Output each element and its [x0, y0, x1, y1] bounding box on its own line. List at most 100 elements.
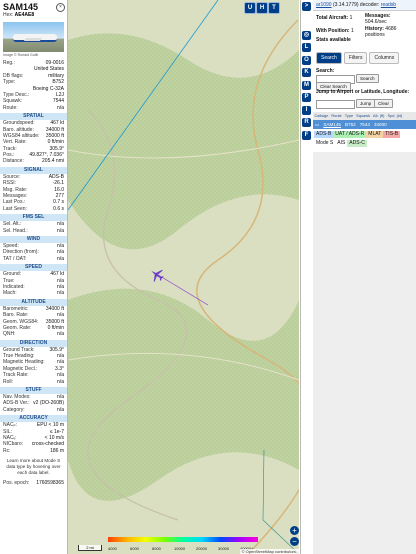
toolbar-button-2[interactable]: L	[302, 43, 311, 52]
clear-button[interactable]: Clear	[374, 99, 393, 108]
hex-line: Hex: AE4AE8	[3, 12, 35, 18]
column-header[interactable]: Type	[343, 112, 354, 120]
toolbar-button-1[interactable]: ◎	[302, 30, 311, 40]
altitude-label: 10000	[174, 546, 186, 551]
legend-item[interactable]: ADS-B	[314, 131, 334, 138]
info-row: TAT / OAT: n/a	[0, 256, 67, 262]
table-row[interactable]: ▭ SAM145 B752 7544 34000	[313, 120, 416, 129]
plane-icon[interactable]	[150, 268, 164, 282]
info-row: Route: n/a	[0, 105, 67, 111]
column-header[interactable]: Alt. (ft)	[372, 112, 386, 120]
section-fms-sel: FMS SEL	[0, 214, 67, 222]
toolbar-button-7[interactable]: I	[302, 105, 311, 115]
row-value: 0.6 s	[53, 205, 64, 212]
info-row: QNH: n/a	[0, 331, 67, 337]
row-value: 205.4 nmi	[42, 158, 64, 165]
accuracy-rows: NACₚ: EPU < 10 m SIL: ≤ 1e-7 NACᵥ: < 10 m/s NI…	[0, 422, 67, 454]
altitude-label: 6000	[130, 546, 139, 551]
jump-button[interactable]: Jump	[356, 99, 376, 108]
signal-rows: Source: ADS-B RSSI: -26.1 Msg. Rate: 16.0 Mess…	[0, 174, 67, 212]
column-header[interactable]: Squawk	[355, 112, 372, 120]
spatial-rows: Groundspeed: 467 kt Baro. altitude: 34000 f…	[0, 120, 67, 165]
photo-credit: Image © Ronald Gullit	[3, 53, 39, 57]
stuff-rows: Nav. Modes: n/a ADS-B Ver.: v2 (DO-260B) Cat…	[0, 394, 67, 413]
info-row: Category: n/a	[0, 407, 67, 413]
toolbar-button-3[interactable]: O	[302, 55, 311, 65]
map-button-h[interactable]: H	[256, 2, 268, 14]
toolbar-button-6[interactable]: P	[302, 93, 311, 102]
info-row: Last Seen: 0.6 s	[0, 206, 67, 212]
zoom-in-button[interactable]: +	[290, 526, 299, 535]
toolbar-button-5[interactable]: M	[302, 80, 311, 90]
direction-rows: Ground Track: 305.9° True Heading: n/a Magne…	[0, 347, 67, 385]
version-link[interactable]: ar1090	[316, 2, 332, 8]
row-label: Sel. Head.:	[3, 227, 28, 234]
legend-item[interactable]: ADS-C	[347, 140, 367, 147]
search-label: Search:	[316, 68, 335, 74]
table-header: Callsign Route Type Squawk Alt. (ft) Spd. (kt…	[313, 112, 416, 120]
legend-item[interactable]: TIS-B	[383, 131, 401, 138]
row-value: n/a	[57, 255, 64, 262]
toolbar-button-9[interactable]: F	[302, 130, 311, 140]
legend-item[interactable]: Mode S	[314, 140, 336, 147]
map-attribution[interactable]: © OpenStreetMap contributors.	[239, 549, 299, 554]
column-header[interactable]: Route	[330, 112, 343, 120]
toolbar-button-8[interactable]: R	[302, 118, 311, 127]
cell-alt: 34000	[373, 122, 387, 127]
info-row: Sel. Head.: n/a	[0, 228, 67, 234]
altitude-label: 4000	[108, 546, 117, 551]
row-value: n/a	[57, 104, 64, 111]
info-row: Distance: 205.4 nmi	[0, 158, 67, 164]
tab-columns[interactable]: Columns	[369, 52, 400, 64]
row-label: Reg.:	[3, 60, 15, 66]
zoom-out-button[interactable]: −	[290, 537, 299, 546]
row-value: n/a	[57, 290, 64, 297]
version-line: ar1090 (3.14.1779) decoder: readsb	[313, 0, 416, 11]
history-stat: History: 4686 positions	[365, 26, 397, 38]
row-value: n/a	[57, 227, 64, 234]
toolbar-button-4[interactable]: K	[302, 68, 311, 77]
section-stuff: STUFF	[0, 387, 67, 395]
cell-squawk: 7544	[359, 122, 370, 127]
column-header[interactable]: Callsign	[313, 112, 330, 120]
toolbar-button-0[interactable]: >	[302, 2, 311, 11]
aircraft-photo[interactable]	[3, 22, 64, 52]
right-info-panel: ar1090 (3.14.1779) decoder: readsb Total…	[313, 0, 416, 554]
legend-item[interactable]: AIS	[335, 140, 348, 147]
decoder-link[interactable]: readsb	[381, 2, 396, 8]
section-direction: DIRECTION	[0, 339, 67, 347]
stats-available[interactable]: Stats available	[316, 37, 351, 43]
row-label: QNH:	[3, 331, 16, 338]
close-icon[interactable]: ×	[56, 3, 65, 12]
wind-rows: Speed: n/a Direction (from): n/a TAT / OAT: n…	[0, 243, 67, 262]
cell-callsign: SAM145	[323, 122, 341, 127]
legend-item[interactable]: UAT / ADS-R	[333, 131, 367, 138]
map-button-u[interactable]: U	[244, 2, 256, 14]
search-button[interactable]: Search	[356, 74, 379, 83]
jump-input[interactable]	[316, 100, 355, 109]
messages-stat: Messages: 504.6/sec	[365, 13, 391, 25]
row-value: 186 m	[50, 447, 64, 454]
tab-filters[interactable]: Filters	[343, 52, 368, 64]
map-button-t[interactable]: T	[268, 2, 280, 14]
row-label: Category:	[3, 406, 25, 413]
map-toolbar: > ◎ L O K M P I R F	[300, 0, 313, 554]
legend-item[interactable]: MLAT	[366, 131, 384, 138]
row-label: TAT / OAT:	[3, 255, 27, 262]
map-view[interactable]: U H T + − 2 mi 4000 6000 8000 10000 20000 300…	[68, 0, 299, 554]
hex-value: AE4AE8	[14, 12, 35, 18]
learn-more-text: Learn more about Mode S data type by hov…	[6, 458, 61, 476]
tab-search[interactable]: Search	[316, 52, 342, 64]
info-rows: Reg.: 09-0016 United States DB flags: milita…	[0, 60, 67, 111]
flag-icon: ▭	[315, 122, 320, 127]
info-row: Mach: n/a	[0, 290, 67, 296]
section-speed: SPEED	[0, 264, 67, 272]
row-value: n/a	[57, 406, 64, 413]
speed-rows: Ground: 467 kt True: n/a Indicated: n/a Mach: n…	[0, 271, 67, 297]
fms-rows: Sel. Alt.: n/a Sel. Head.: n/a	[0, 221, 67, 234]
row-label: Roll:	[3, 378, 14, 385]
column-header[interactable]: Spd. (kt)	[386, 112, 404, 120]
section-accuracy: ACCURACY	[0, 415, 67, 423]
cell-type: B752	[344, 122, 356, 127]
altitude-rows: Barometric: 34000 ft Baro. Rate: n/a Geom. W…	[0, 306, 67, 338]
